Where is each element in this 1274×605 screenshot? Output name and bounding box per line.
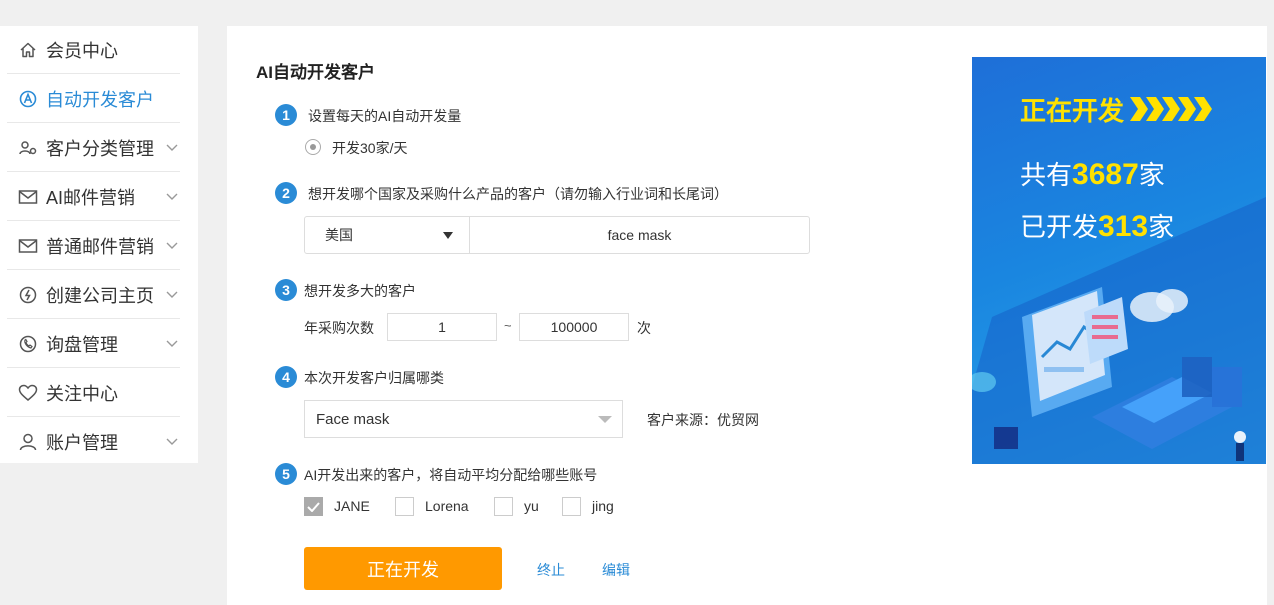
account-checkbox-jing[interactable] — [562, 497, 581, 516]
company-page-icon — [18, 285, 38, 305]
step-text: 想开发哪个国家及采购什么产品的客户（请勿输入行业词和长尾词） — [308, 186, 728, 202]
chevron-down-icon[interactable] — [164, 189, 180, 205]
daily-amount-label[interactable]: 开发30家/天 — [332, 138, 407, 158]
mail-icon — [18, 236, 38, 256]
banner-total-number: 3687 — [1072, 158, 1139, 191]
account-label[interactable]: JANE — [334, 498, 370, 514]
sidebar-item-label: 关注中心 — [46, 383, 118, 404]
caret-down-icon — [598, 416, 612, 423]
category-value: Face mask — [316, 410, 390, 428]
chevron-down-icon[interactable] — [164, 238, 180, 254]
sidebar-item-follow-center[interactable]: 关注中心 — [7, 369, 180, 417]
banner-developed-number: 313 — [1098, 210, 1149, 243]
sidebar-item-label: 客户分类管理 — [46, 138, 154, 159]
step-number: 3 — [275, 279, 297, 301]
customer-category-icon — [18, 138, 38, 158]
sidebar-item-label: 自动开发客户 — [46, 89, 154, 110]
frequency-unit: 次 — [637, 320, 651, 336]
developing-button[interactable]: 正在开发 — [304, 547, 502, 590]
chevrons-icon — [1130, 97, 1212, 121]
banner-total-prefix: 共有 — [1020, 160, 1073, 190]
sidebar-item-label: AI邮件营销 — [46, 187, 136, 208]
step-number: 4 — [275, 366, 297, 388]
account-checkbox-yu[interactable] — [494, 497, 513, 516]
sidebar-item-customer-category[interactable]: 客户分类管理 — [7, 124, 180, 172]
step-number: 1 — [275, 104, 297, 126]
sidebar-item-auto-dev[interactable]: 自动开发客户 — [7, 75, 180, 123]
sidebar-item-ai-mail[interactable]: AI邮件营销 — [7, 173, 180, 221]
stop-link[interactable]: 终止 — [537, 560, 565, 580]
account-label[interactable]: yu — [524, 498, 539, 514]
sidebar-item-label: 账户管理 — [46, 433, 118, 453]
chevron-down-icon[interactable] — [164, 336, 180, 352]
mail-icon — [18, 187, 38, 207]
range-separator: ~ — [504, 318, 512, 333]
freq-min-input[interactable]: 1 — [387, 313, 497, 341]
caret-down-icon — [443, 232, 453, 239]
customer-source: 客户来源：优贸网 — [647, 412, 759, 428]
banner-developed-line: 已开发313家 — [1020, 207, 1174, 244]
step-text: AI开发出来的客户，将自动平均分配给哪些账号 — [304, 467, 598, 483]
heart-icon — [18, 383, 38, 403]
step-number: 2 — [275, 182, 297, 204]
page-title: AI自动开发客户 — [256, 63, 375, 82]
country-value: 美国 — [325, 227, 353, 243]
frequency-label: 年采购次数 — [304, 320, 374, 336]
step-text: 设置每天的AI自动开发量 — [308, 108, 462, 124]
user-icon — [18, 432, 38, 452]
product-keyword-input[interactable]: face mask — [470, 217, 809, 253]
country-select[interactable]: 美国 — [305, 217, 470, 253]
sidebar-item-label: 会员中心 — [46, 40, 118, 61]
category-select[interactable]: Face mask — [304, 400, 623, 438]
account-checkbox-jane[interactable] — [304, 497, 323, 516]
home-icon — [18, 40, 38, 60]
sidebar-item-label: 普通邮件营销 — [46, 236, 154, 257]
account-checkbox-lorena[interactable] — [395, 497, 414, 516]
account-label[interactable]: Lorena — [425, 498, 469, 514]
edit-link[interactable]: 编辑 — [602, 560, 630, 580]
sidebar-item-inquiry[interactable]: 询盘管理 — [7, 320, 180, 368]
banner-developed-prefix: 已开发 — [1020, 212, 1099, 242]
step-number: 5 — [275, 463, 297, 485]
freq-max-input[interactable]: 100000 — [519, 313, 629, 341]
account-label[interactable]: jing — [592, 498, 614, 514]
sidebar-item-normal-mail[interactable]: 普通邮件营销 — [7, 222, 180, 270]
sidebar-item-label: 询盘管理 — [46, 334, 118, 355]
promo-banner[interactable]: 正在开发 共有3687家 已开发313家 — [972, 57, 1266, 464]
chevron-down-icon[interactable] — [164, 434, 180, 450]
chevron-down-icon[interactable] — [164, 140, 180, 156]
step-text: 本次开发客户归属哪类 — [304, 370, 444, 386]
sidebar-item-label: 创建公司主页 — [46, 285, 154, 306]
country-product-input: 美国 face mask — [304, 216, 810, 254]
step-text: 想开发多大的客户 — [304, 283, 416, 299]
main-panel: AI自动开发客户 1 设置每天的AI自动开发量 开发30家/天 2 想开发哪个国… — [227, 26, 1267, 605]
sidebar-item-member-center[interactable]: 会员中心 — [7, 26, 180, 74]
sidebar: 会员中心 自动开发客户 客户分类管理 AI邮件营销 普通邮件营销 创建公司主页 … — [0, 26, 198, 463]
banner-total-line: 共有3687家 — [1020, 155, 1165, 192]
banner-total-suffix: 家 — [1138, 160, 1165, 190]
chevron-down-icon[interactable] — [164, 287, 180, 303]
sidebar-item-company-page[interactable]: 创建公司主页 — [7, 271, 180, 319]
check-icon — [307, 501, 320, 512]
banner-title: 正在开发 — [1020, 96, 1125, 126]
banner-developed-suffix: 家 — [1148, 212, 1175, 242]
daily-amount-radio[interactable] — [305, 139, 321, 155]
auto-dev-icon — [18, 89, 38, 109]
sidebar-item-account[interactable]: 账户管理 — [7, 418, 180, 466]
phone-icon — [18, 334, 38, 354]
